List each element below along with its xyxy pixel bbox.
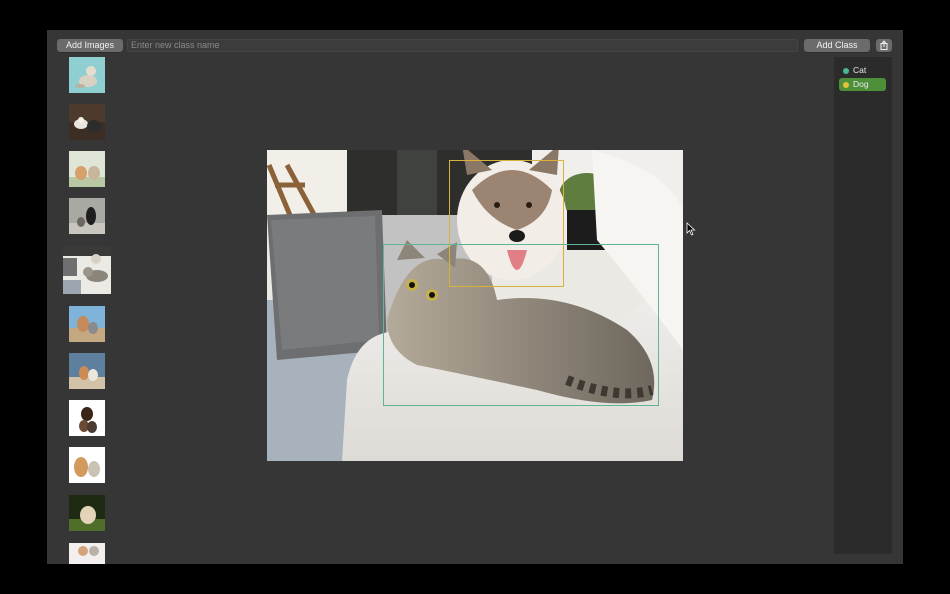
share-icon <box>880 40 888 50</box>
thumbnail[interactable] <box>69 306 105 342</box>
new-class-input[interactable]: Enter new class name <box>127 39 798 52</box>
add-class-button[interactable]: Add Class <box>804 39 870 52</box>
class-item-cat[interactable]: Cat <box>839 64 886 77</box>
thumbnail[interactable] <box>69 353 105 389</box>
thumbnail[interactable] <box>69 400 105 436</box>
class-label: Dog <box>853 79 869 89</box>
class-item-dog[interactable]: Dog <box>839 78 886 91</box>
thumbnail[interactable] <box>69 151 105 187</box>
class-label: Cat <box>853 65 867 75</box>
thumbnail[interactable] <box>69 543 105 564</box>
cat-color-dot <box>843 67 849 74</box>
thumbnail-selected[interactable] <box>63 246 111 294</box>
cat-bounding-box[interactable] <box>383 244 659 406</box>
thumbnail[interactable] <box>69 447 105 483</box>
thumbnail-list[interactable] <box>47 56 127 564</box>
share-button[interactable] <box>876 39 892 52</box>
thumbnail[interactable] <box>69 198 105 234</box>
add-images-button[interactable]: Add Images <box>57 39 123 52</box>
toolbar: Add Images Enter new class name Add Clas… <box>47 30 903 56</box>
image-canvas[interactable] <box>267 150 683 461</box>
dog-color-dot <box>843 81 849 88</box>
thumbnail[interactable] <box>69 57 105 93</box>
mouse-cursor-icon <box>686 222 696 236</box>
thumbnail[interactable] <box>69 104 105 140</box>
thumbnail[interactable] <box>69 495 105 531</box>
app-window: Add Images Enter new class name Add Clas… <box>47 30 903 564</box>
class-list: Cat Dog <box>834 57 892 554</box>
